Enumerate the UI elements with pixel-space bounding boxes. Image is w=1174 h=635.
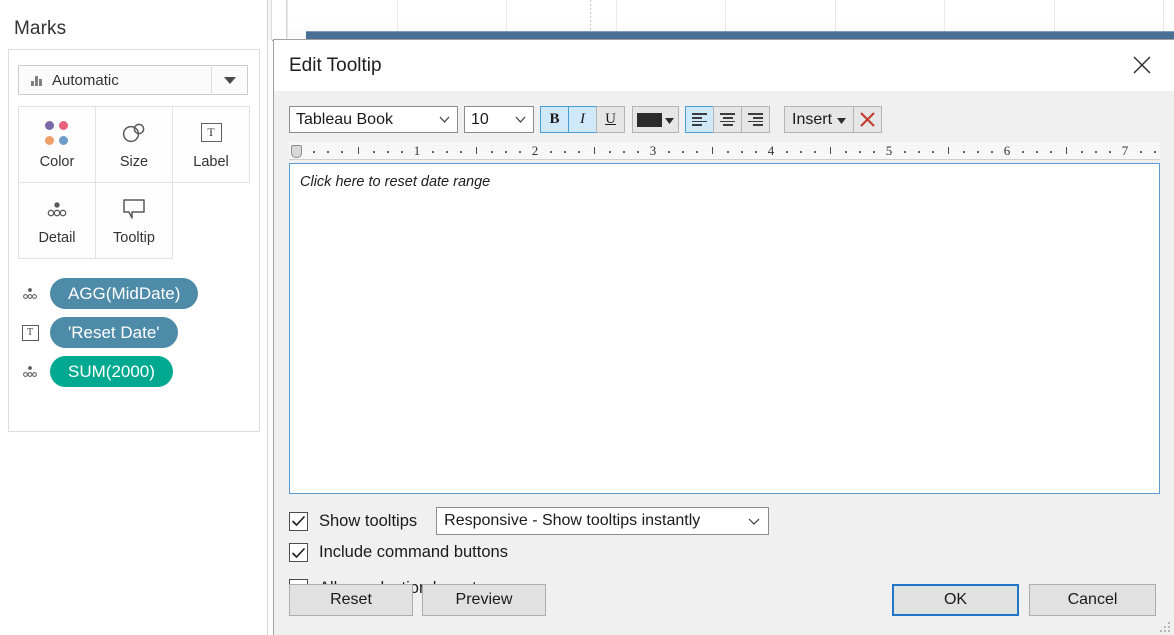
dialog-title: Edit Tooltip	[289, 54, 382, 76]
cancel-button[interactable]: Cancel	[1029, 584, 1156, 616]
shelf-label: Label	[193, 153, 229, 170]
shelf-button-size[interactable]: Size	[95, 106, 173, 183]
tooltip-bubble-icon	[120, 196, 148, 222]
ruler-number: 4	[767, 143, 775, 158]
bar-chart-icon	[31, 75, 44, 86]
close-icon[interactable]	[1120, 48, 1164, 82]
option-include-command-buttons[interactable]: Include command buttons	[289, 543, 508, 562]
mark-type-dropdown[interactable]: Automatic	[18, 65, 248, 95]
align-right-icon	[748, 113, 763, 126]
mark-type-label: Automatic	[52, 71, 119, 89]
bold-button[interactable]: B	[540, 106, 569, 133]
label-text-icon: T	[19, 322, 41, 344]
align-left-button[interactable]	[685, 106, 714, 133]
marks-card: Automatic Color Size T Label Detail Tool…	[8, 49, 260, 432]
red-x-icon[interactable]	[853, 106, 883, 133]
viz-axis-left	[272, 0, 287, 40]
caret-down-icon[interactable]	[211, 65, 247, 95]
ruler-number: 5	[885, 143, 893, 158]
caret-down-icon	[837, 111, 847, 129]
tooltip-text-editor[interactable]: Click here to reset date range	[289, 163, 1160, 494]
dialog-titlebar: Edit Tooltip	[274, 40, 1174, 91]
caret-down-icon	[665, 111, 674, 129]
align-center-button[interactable]	[713, 106, 742, 133]
marks-pill-row[interactable]: T 'Reset Date'	[19, 317, 178, 348]
underline-button[interactable]: U	[596, 106, 625, 133]
marks-panel: Marks Automatic Color Size T Label Detai…	[0, 0, 268, 635]
color-dots-icon	[45, 120, 69, 146]
shelf-label: Tooltip	[113, 229, 155, 246]
label-text-icon: T	[200, 120, 222, 146]
reset-button[interactable]: Reset	[289, 584, 413, 616]
detail-dots-icon	[43, 196, 71, 222]
ruler-number: 7	[1121, 143, 1129, 158]
font-size-value: 10	[471, 110, 489, 128]
align-right-button[interactable]	[741, 106, 770, 133]
chevron-down-icon	[514, 116, 527, 123]
option-label: Show tooltips	[319, 511, 418, 530]
ok-button[interactable]: OK	[892, 584, 1019, 616]
shelf-button-detail[interactable]: Detail	[18, 182, 96, 259]
shelf-button-tooltip[interactable]: Tooltip	[95, 182, 173, 259]
tooltip-mode-value: Responsive - Show tooltips instantly	[444, 512, 701, 529]
text-color-button[interactable]	[632, 106, 679, 133]
resize-grip[interactable]	[1158, 620, 1172, 634]
font-family-value: Tableau Book	[296, 110, 393, 128]
font-size-dropdown[interactable]: 10	[464, 106, 534, 133]
shelf-label: Size	[119, 153, 149, 170]
italic-button[interactable]: I	[568, 106, 597, 133]
viz-reference-line	[590, 0, 591, 32]
marks-pill-row[interactable]: AGG(MidDate)	[19, 278, 199, 309]
marks-pill[interactable]: AGG(MidDate)	[50, 278, 199, 309]
font-family-dropdown[interactable]: Tableau Book	[289, 106, 458, 133]
ruler-number: 3	[649, 143, 657, 158]
ruler-indent-marker[interactable]	[291, 145, 302, 158]
editor-ruler[interactable]: 1 2 3 4 5 6 7	[289, 142, 1160, 160]
size-circles-icon	[120, 120, 148, 146]
marks-shelf-grid: Color Size T Label Detail Tooltip	[18, 106, 252, 259]
shelf-label: Color	[39, 153, 75, 170]
tooltip-editor-content[interactable]: Click here to reset date range	[300, 174, 490, 190]
insert-label: Insert	[792, 110, 833, 128]
ruler-number: 2	[531, 143, 539, 158]
shelf-button-color[interactable]: Color	[18, 106, 96, 183]
align-center-icon	[720, 113, 735, 126]
checkbox-include-command-buttons[interactable]	[289, 543, 308, 562]
option-show-tooltips[interactable]: Show tooltips Responsive - Show tooltips…	[289, 507, 770, 535]
checkbox-show-tooltips[interactable]	[289, 511, 308, 531]
color-swatch	[637, 112, 662, 127]
ruler-number: 1	[413, 143, 421, 158]
chevron-down-icon	[438, 116, 451, 123]
detail-dots-icon	[19, 283, 41, 305]
viz-gridline	[287, 0, 288, 38]
tooltip-mode-dropdown[interactable]: Responsive - Show tooltips instantly	[436, 507, 770, 535]
shelf-label: Detail	[38, 229, 76, 246]
marks-pill-row[interactable]: SUM(2000)	[19, 356, 173, 387]
marks-pill[interactable]: SUM(2000)	[50, 356, 173, 387]
marks-pill[interactable]: 'Reset Date'	[50, 317, 178, 348]
option-label: Include command buttons	[319, 543, 508, 561]
align-left-icon	[692, 113, 707, 126]
chevron-down-icon	[748, 518, 760, 525]
preview-button[interactable]: Preview	[422, 584, 546, 616]
insert-dropdown-button[interactable]: Insert	[784, 106, 855, 133]
formatting-toolbar: Tableau Book 10 B I U Insert	[289, 106, 883, 133]
detail-dots-icon	[19, 361, 41, 383]
app-root: Marks Automatic Color Size T Label Detai…	[0, 0, 1174, 635]
edit-tooltip-dialog: Edit Tooltip Tableau Book 10 B I U Inser…	[273, 39, 1174, 635]
marks-title: Marks	[14, 18, 67, 39]
shelf-button-label[interactable]: T Label	[172, 106, 250, 183]
ruler-number: 6	[1003, 143, 1011, 158]
